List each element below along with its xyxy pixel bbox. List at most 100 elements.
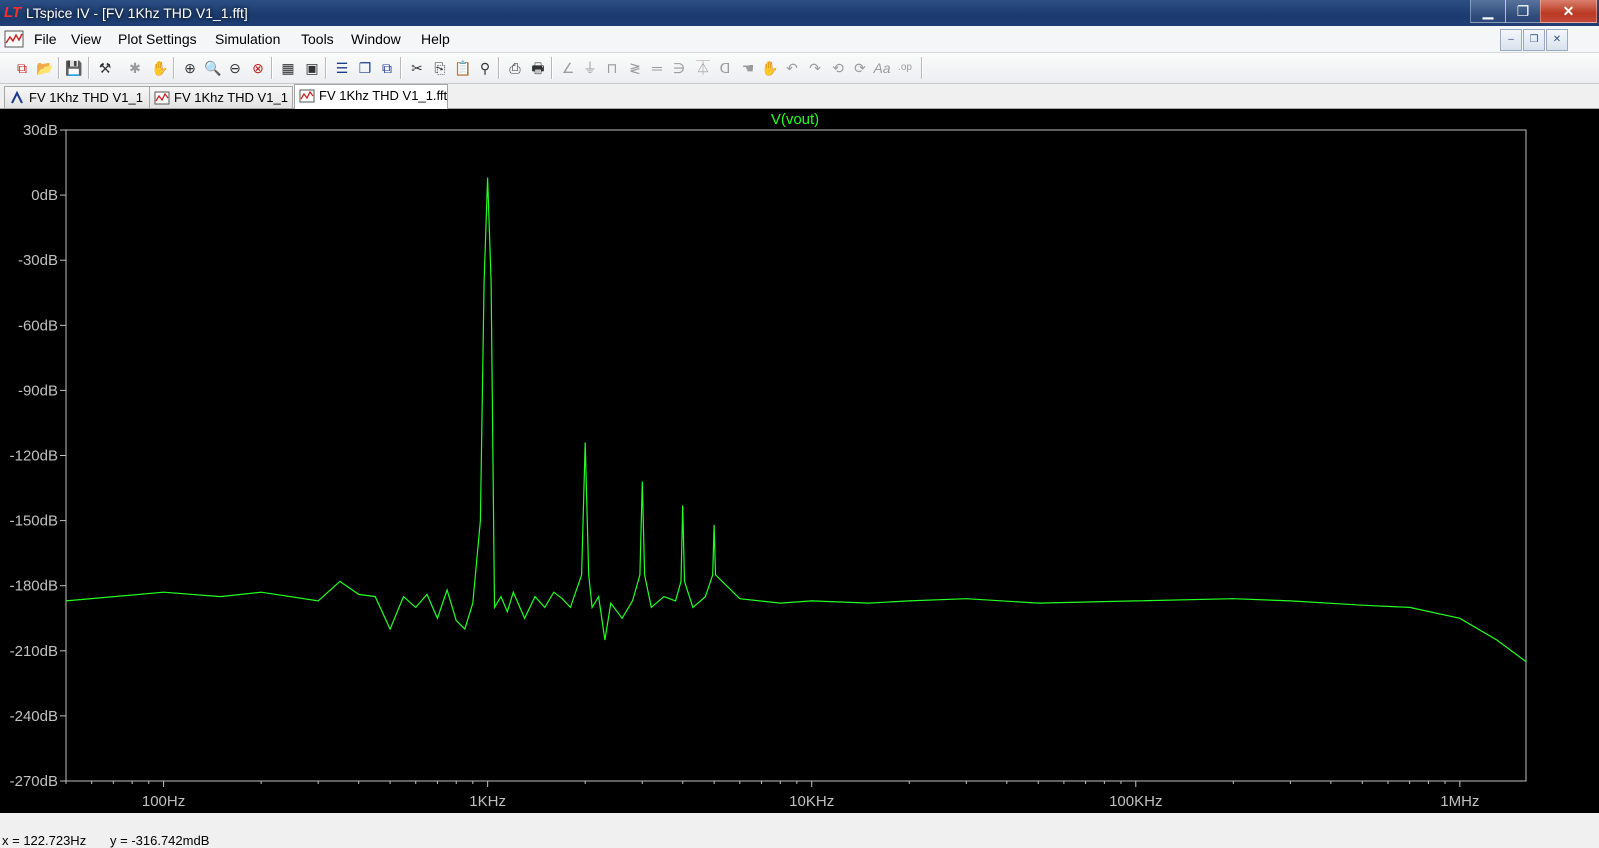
ground-icon[interactable]: ⏚	[580, 58, 600, 78]
pan-hand-icon[interactable]: ✋	[150, 58, 170, 78]
menu-simulation[interactable]: Simulation	[215, 31, 280, 47]
cascade-icon[interactable]: ❐	[355, 58, 375, 78]
paste-icon[interactable]: 📋	[453, 58, 473, 78]
title-bar: LT LTspice IV - [FV 1Khz THD V1_1.fft] ▁…	[0, 0, 1599, 26]
toolbar-separator	[325, 57, 327, 79]
tab-waveform[interactable]: FV 1Khz THD V1_1	[149, 86, 293, 108]
control-panel-icon[interactable]: ⚒	[95, 58, 115, 78]
y-tick-label: -210dB	[10, 643, 58, 660]
toolbar-separator	[271, 57, 273, 79]
tab-fft-active[interactable]: FV 1Khz THD V1_1.fft	[294, 84, 448, 109]
toolbar-separator	[921, 57, 923, 79]
tab-schematic[interactable]: FV 1Khz THD V1_1	[4, 86, 152, 108]
chart-title[interactable]: V(vout)	[771, 111, 819, 128]
tile-horizontal-icon[interactable]: ☰	[332, 58, 352, 78]
waveform-plot-pane[interactable]: V(vout) 30dB 0dB -30dB -60dB -90dB -120dB -150…	[0, 109, 1599, 813]
x-tick-label: 1KHz	[469, 793, 506, 810]
rotate-icon[interactable]: ⟲	[828, 58, 848, 78]
y-tick-label: -240dB	[10, 708, 58, 725]
copy-icon[interactable]: ⎘	[430, 58, 450, 78]
redo-icon[interactable]: ↷	[805, 58, 825, 78]
trace-v-vout	[65, 177, 1527, 663]
window-minimize-button[interactable]: ▁	[1470, 0, 1506, 23]
y-tick-label: 0dB	[31, 187, 58, 204]
x-tick-label: 1MHz	[1440, 793, 1479, 810]
mdi-close-button[interactable]: ✕	[1546, 29, 1568, 51]
tile-vertical-icon[interactable]: ⧉	[377, 58, 397, 78]
tab-label: FV 1Khz THD V1_1.fft	[319, 88, 448, 103]
menu-help[interactable]: Help	[421, 31, 450, 47]
zoom-area-icon[interactable]: 🔍	[203, 58, 223, 78]
text-icon[interactable]: Aa	[872, 58, 892, 78]
toolbar-separator	[173, 57, 175, 79]
tab-label: FV 1Khz THD V1_1	[174, 90, 288, 105]
mdi-minimize-button[interactable]: –	[1500, 29, 1522, 51]
x-tick-label: 10KHz	[789, 793, 834, 810]
spice-directive-icon[interactable]: .op	[895, 58, 915, 78]
zoom-in-icon[interactable]: ⊕	[180, 58, 200, 78]
menu-file[interactable]: File	[34, 31, 57, 47]
zoom-fit-icon[interactable]: ⊗	[248, 58, 268, 78]
waveform-icon	[299, 89, 315, 103]
toolbar: ⧉ 📂 💾 ⚒ ✱ ✋ ⊕ 🔍 ⊖ ⊗ ▦ ▣ ☰ ❐ ⧉ ✂ ⎘ 📋 ⚲ ⎙ …	[0, 53, 1599, 84]
ltspice-logo-icon: LT	[4, 4, 22, 21]
resistor-icon[interactable]: ≷	[625, 58, 645, 78]
y-tick-label: -180dB	[10, 578, 58, 595]
cursor-x-readout: x = 122.723Hz	[2, 833, 87, 848]
cursor-y-readout: y = -316.742mdB	[110, 833, 210, 848]
fft-chart[interactable]: V(vout) 30dB 0dB -30dB -60dB -90dB -120dB -150…	[0, 109, 1599, 813]
plot-frame	[65, 129, 1527, 782]
capacitor-icon[interactable]: ═	[647, 58, 667, 78]
new-schematic-icon[interactable]: ⧉	[12, 58, 32, 78]
move-icon[interactable]: ☚	[738, 58, 758, 78]
toolbar-separator	[551, 57, 553, 79]
y-tick-label: -120dB	[10, 448, 58, 465]
x-tick-label: 100Hz	[142, 793, 185, 810]
y-tick-label: 30dB	[23, 122, 58, 139]
find-binoculars-icon[interactable]: ⚲	[475, 58, 495, 78]
x-tick-label: 100KHz	[1109, 793, 1162, 810]
autorange-icon[interactable]: ▦	[278, 58, 298, 78]
plot-settings-icon[interactable]: ▣	[302, 58, 322, 78]
y-tick-label: -150dB	[10, 513, 58, 530]
window-maximize-button[interactable]: ❐	[1505, 0, 1541, 23]
menu-view[interactable]: View	[71, 31, 101, 47]
y-axis: 30dB 0dB -30dB -60dB -90dB -120dB -150dB -180dB…	[10, 122, 66, 790]
waveform-icon	[154, 91, 170, 105]
status-bar: x = 122.723Hz y = -316.742mdB	[0, 834, 1599, 848]
menu-bar: File View Plot Settings Simulation Tools…	[0, 26, 1599, 53]
toolbar-separator	[58, 57, 60, 79]
cut-icon[interactable]: ✂	[407, 58, 427, 78]
document-tab-bar: FV 1Khz THD V1_1 FV 1Khz THD V1_1 FV 1Kh…	[0, 84, 1599, 109]
menu-plot-settings[interactable]: Plot Settings	[118, 31, 197, 47]
drag-icon[interactable]: ✋	[760, 58, 780, 78]
undo-icon[interactable]: ↶	[782, 58, 802, 78]
label-net-icon[interactable]: ⊓	[602, 58, 622, 78]
tab-label: FV 1Khz THD V1_1	[29, 90, 143, 105]
y-tick-label: -90dB	[18, 382, 58, 399]
window-close-button[interactable]: ✕	[1540, 0, 1597, 23]
draw-wire-icon[interactable]: ∠	[558, 58, 578, 78]
menu-tools[interactable]: Tools	[301, 31, 334, 47]
schematic-icon	[11, 90, 23, 104]
waveform-document-icon[interactable]	[4, 29, 24, 49]
toolbar-separator	[498, 57, 500, 79]
print-preview-icon[interactable]: ⎙	[505, 58, 525, 78]
window-title: LTspice IV - [FV 1Khz THD V1_1.fft]	[26, 5, 248, 21]
menu-window[interactable]: Window	[351, 31, 401, 47]
mdi-restore-button[interactable]: ❐	[1523, 29, 1545, 51]
print-icon[interactable]: 🖶	[528, 58, 548, 78]
run-icon[interactable]: ✱	[125, 58, 145, 78]
component-icon[interactable]: ᗡ	[715, 58, 735, 78]
y-tick-label: -60dB	[18, 317, 58, 334]
diode-icon[interactable]: ⏄	[693, 58, 713, 78]
mirror-icon[interactable]: ⟳	[850, 58, 870, 78]
x-axis: 100Hz 1KHz 10KHz 100KHz 1MHz	[65, 781, 1479, 810]
inductor-icon[interactable]: ∋	[669, 58, 689, 78]
open-folder-icon[interactable]: 📂	[35, 58, 55, 78]
save-icon[interactable]: 💾	[64, 58, 84, 78]
y-tick-label: -30dB	[18, 252, 58, 269]
zoom-out-icon[interactable]: ⊖	[225, 58, 245, 78]
toolbar-separator	[400, 57, 402, 79]
y-tick-label: -270dB	[10, 773, 58, 790]
